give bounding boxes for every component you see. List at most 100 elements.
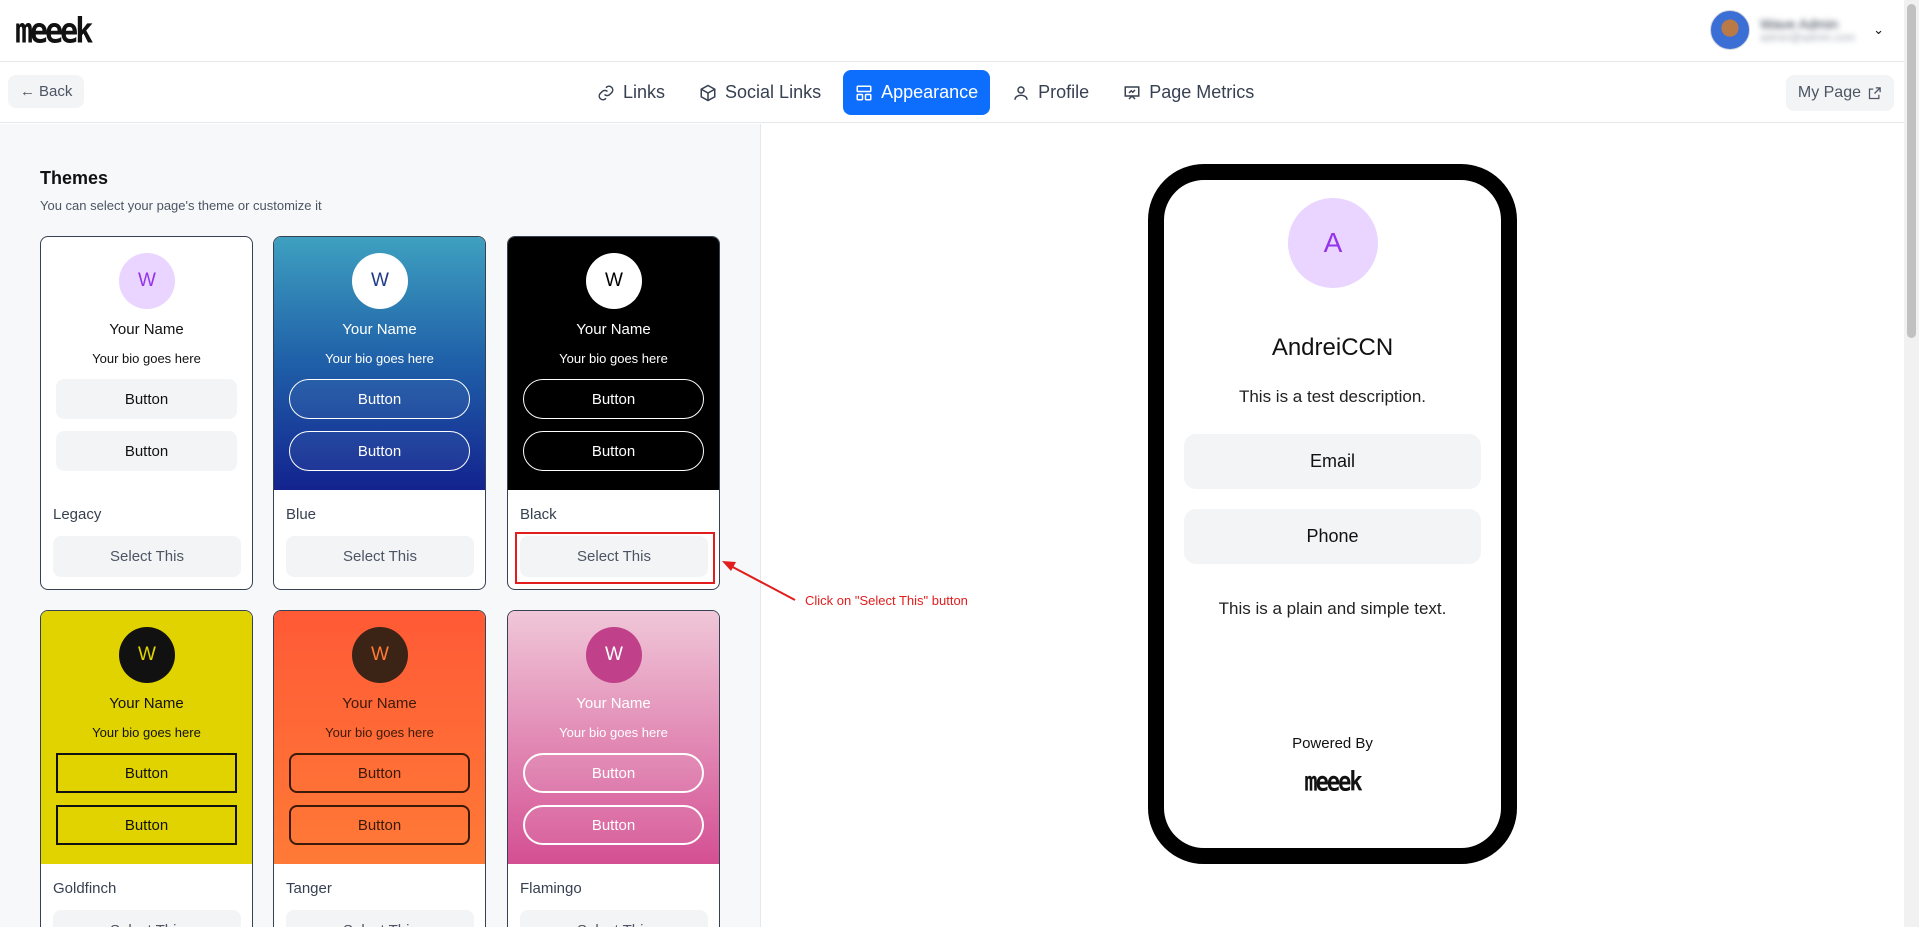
- tab-appearance[interactable]: Appearance: [843, 70, 991, 115]
- themes-panel: Themes You can select your page's theme …: [0, 124, 761, 927]
- preview-name: Your Name: [576, 695, 651, 712]
- select-theme-button[interactable]: Select This: [520, 536, 708, 577]
- link-icon: [598, 85, 614, 100]
- my-page-label: My Page: [1797, 84, 1861, 101]
- preview-name: Your Name: [342, 695, 417, 712]
- theme-name: Flamingo: [520, 880, 582, 897]
- select-theme-button[interactable]: Select This: [520, 910, 708, 927]
- tab-profile[interactable]: Profile: [1000, 70, 1101, 115]
- preview-bio: Your bio goes here: [559, 725, 668, 740]
- phone-preview: A AndreiCCN This is a test description. …: [1148, 164, 1517, 864]
- powered-by-label: Powered By: [1292, 735, 1373, 752]
- arrow-left-icon: ←: [20, 83, 35, 100]
- tab-label: Appearance: [881, 82, 979, 102]
- select-theme-button[interactable]: Select This: [286, 910, 474, 927]
- preview-bio: Your bio goes here: [92, 725, 201, 740]
- tab-page-metrics[interactable]: Page Metrics: [1111, 70, 1266, 115]
- email-button[interactable]: Email: [1184, 434, 1481, 489]
- scrollbar-thumb[interactable]: [1907, 4, 1916, 338]
- avatar: A: [1288, 198, 1378, 288]
- preview-button[interactable]: Button: [289, 379, 470, 419]
- top-bar: meeek Wave Admin admin@admin.com ⌄: [0, 0, 1904, 62]
- tab-label: Social Links: [725, 82, 822, 102]
- theme-card-tanger: W Your Name Your bio goes here Button Bu…: [273, 610, 486, 927]
- theme-name: Goldfinch: [53, 880, 117, 897]
- avatar: W: [586, 627, 642, 683]
- theme-name: Black: [520, 506, 557, 523]
- tab-social-links[interactable]: Social Links: [687, 70, 833, 115]
- theme-card-goldfinch: W Your Name Your bio goes here Button Bu…: [40, 610, 253, 927]
- theme-preview: W Your Name Your bio goes here Button Bu…: [41, 611, 252, 864]
- chevron-down-icon[interactable]: ⌄: [1873, 22, 1884, 38]
- select-theme-button[interactable]: Select This: [53, 910, 241, 927]
- theme-name: Legacy: [53, 506, 102, 523]
- user-info: Wave Admin admin@admin.com: [1760, 16, 1855, 44]
- tab-label: Page Metrics: [1149, 82, 1255, 102]
- preview-name: Your Name: [576, 321, 651, 338]
- tab-links[interactable]: Links: [585, 70, 677, 115]
- user-icon: [1014, 85, 1028, 100]
- themes-title: Themes: [40, 168, 109, 188]
- preview-button[interactable]: Button: [289, 753, 470, 793]
- preview-text: This is a plain and simple text.: [1218, 599, 1447, 618]
- preview-button[interactable]: Button: [523, 379, 704, 419]
- nav-bar: ← Back Links Social Links Appearance Pro…: [0, 63, 1904, 123]
- layout-icon: [856, 85, 872, 100]
- theme-card-black: W Your Name Your bio goes here Button Bu…: [507, 236, 720, 590]
- scrollbar[interactable]: [1904, 0, 1919, 927]
- preview-button[interactable]: Button: [56, 379, 237, 419]
- preview-name: Your Name: [342, 321, 417, 338]
- theme-card-legacy: W Your Name Your bio goes here Button Bu…: [40, 236, 253, 590]
- cube-icon: [700, 84, 716, 101]
- user-menu[interactable]: Wave Admin admin@admin.com ⌄: [1710, 10, 1884, 50]
- select-theme-button[interactable]: Select This: [286, 536, 474, 577]
- theme-card-blue: W Your Name Your bio goes here Button Bu…: [273, 236, 486, 590]
- preview-button[interactable]: Button: [56, 805, 237, 845]
- preview-button[interactable]: Button: [56, 431, 237, 471]
- theme-name: Tanger: [286, 880, 332, 897]
- annotation-text: Click on "Select This" button: [805, 593, 968, 608]
- preview-bio: Your bio goes here: [325, 351, 434, 366]
- external-link-icon: [1868, 86, 1881, 99]
- preview-bio: Your bio goes here: [559, 351, 668, 366]
- theme-preview: W Your Name Your bio goes here Button Bu…: [274, 237, 485, 490]
- select-theme-button[interactable]: Select This: [53, 536, 241, 577]
- back-button[interactable]: ← Back: [8, 75, 85, 108]
- theme-preview: W Your Name Your bio goes here Button Bu…: [508, 237, 719, 490]
- presentation-chart-icon: [1124, 85, 1140, 100]
- theme-name: Blue: [286, 506, 317, 523]
- preview-button[interactable]: Button: [523, 431, 704, 471]
- preview-button[interactable]: Button: [289, 431, 470, 471]
- theme-preview: W Your Name Your bio goes here Button Bu…: [41, 237, 252, 490]
- tab-list: Links Social Links Appearance Profile Pa…: [585, 70, 1266, 115]
- theme-preview: W Your Name Your bio goes here Button Bu…: [508, 611, 719, 864]
- preview-button[interactable]: Button: [523, 753, 704, 793]
- avatar: W: [352, 627, 408, 683]
- preview-button[interactable]: Button: [289, 805, 470, 845]
- tab-label: Profile: [1038, 82, 1090, 102]
- tab-label: Links: [623, 82, 666, 102]
- themes-subtitle: You can select your page's theme or cust…: [40, 198, 322, 213]
- user-email: admin@admin.com: [1760, 32, 1856, 44]
- preview-name: AndreiCCN: [1271, 334, 1394, 361]
- footer-logo: meeek: [1304, 767, 1362, 798]
- avatar: W: [119, 253, 175, 309]
- avatar[interactable]: [1710, 10, 1751, 50]
- preview-button[interactable]: Button: [56, 753, 237, 793]
- avatar: W: [586, 253, 642, 309]
- avatar: W: [352, 253, 408, 309]
- my-page-button[interactable]: My Page: [1785, 75, 1894, 111]
- back-label: Back: [39, 83, 73, 100]
- theme-preview: W Your Name Your bio goes here Button Bu…: [274, 611, 485, 864]
- preview-name: Your Name: [109, 695, 184, 712]
- phone-button[interactable]: Phone: [1184, 509, 1481, 564]
- avatar: W: [119, 627, 175, 683]
- preview-button[interactable]: Button: [523, 805, 704, 845]
- preview-name: Your Name: [109, 321, 184, 338]
- user-name: Wave Admin: [1760, 16, 1839, 32]
- preview-bio: Your bio goes here: [325, 725, 434, 740]
- app-logo[interactable]: meeek: [15, 11, 93, 51]
- preview-bio: Your bio goes here: [92, 351, 201, 366]
- theme-card-flamingo: W Your Name Your bio goes here Button Bu…: [507, 610, 720, 927]
- preview-description: This is a test description.: [1238, 387, 1427, 406]
